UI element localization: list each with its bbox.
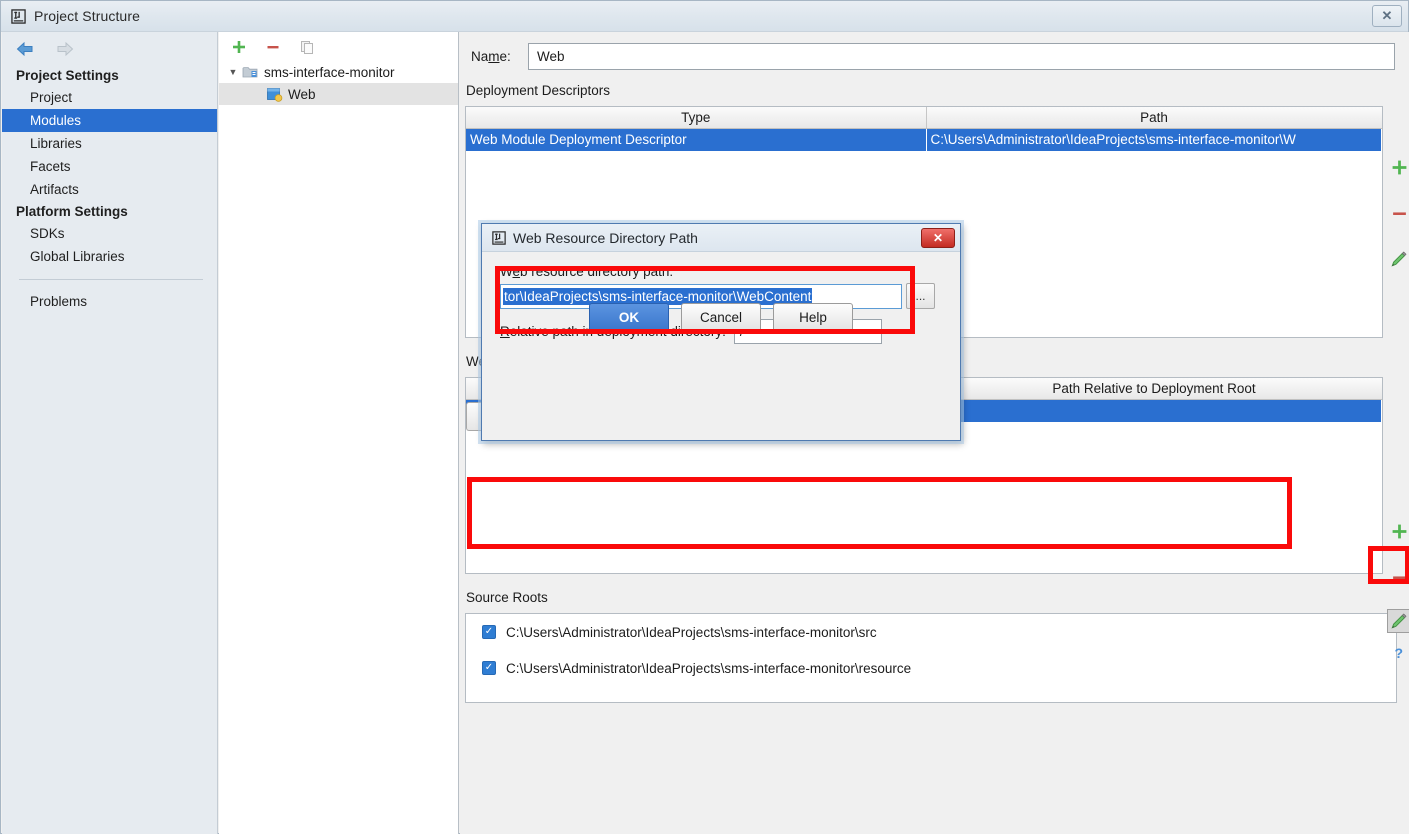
- list-item[interactable]: ✓ C:\Users\Administrator\IdeaProjects\sm…: [466, 614, 1396, 650]
- deployment-descriptors-section-title: Deployment Descriptors: [466, 83, 611, 98]
- sidebar-group-platform-settings: Platform Settings: [16, 204, 128, 219]
- sidebar-nav-arrows: [2, 32, 217, 65]
- dialog-button-bar: OK Cancel Help: [482, 303, 960, 332]
- dialog-close-button[interactable]: ✕: [921, 228, 955, 248]
- remove-module-button[interactable]: [263, 37, 283, 57]
- cancel-button[interactable]: Cancel: [681, 303, 761, 332]
- project-structure-window: Project Structure ✕ Project Settings Pro…: [0, 0, 1409, 834]
- intellij-idea-icon: [10, 8, 26, 24]
- sidebar-item-problems[interactable]: Problems: [2, 290, 217, 313]
- source-root-checkbox[interactable]: ✓: [482, 625, 496, 639]
- path-field-label: Web resource directory path:: [500, 264, 674, 279]
- window-titlebar: Project Structure ✕: [1, 1, 1408, 32]
- window-close-button[interactable]: ✕: [1372, 5, 1402, 27]
- sidebar-item-sdks[interactable]: SDKs: [2, 222, 217, 245]
- edit-web-resource-directory-button[interactable]: [1387, 609, 1409, 633]
- remove-descriptor-button[interactable]: [1387, 201, 1409, 225]
- module-tree-panel: ▼ sms-interface-monitor Web: [219, 32, 459, 834]
- sidebar-item-project[interactable]: Project: [2, 86, 217, 109]
- cell-relative-path: /: [926, 399, 1382, 422]
- sidebar-item-global-libraries[interactable]: Global Libraries: [2, 245, 217, 268]
- sidebar-item-libraries[interactable]: Libraries: [2, 132, 217, 155]
- source-roots-list: ✓ C:\Users\Administrator\IdeaProjects\sm…: [465, 613, 1397, 703]
- window-title: Project Structure: [34, 8, 140, 24]
- sidebar-group-project-settings: Project Settings: [16, 68, 119, 83]
- intellij-idea-icon: [491, 230, 506, 245]
- name-field-label: Name:: [471, 49, 511, 64]
- add-descriptor-button[interactable]: [1387, 155, 1409, 179]
- add-module-button[interactable]: [229, 37, 249, 57]
- table-header-row: Type Path: [466, 107, 1382, 129]
- module-folder-icon: [241, 64, 259, 80]
- ok-button[interactable]: OK: [589, 303, 669, 332]
- deployment-descriptors-buttons: [1385, 155, 1409, 271]
- column-header-path-relative-to-deployment-root[interactable]: Path Relative to Deployment Root: [926, 378, 1382, 400]
- source-root-checkbox[interactable]: ✓: [482, 661, 496, 675]
- column-header-type[interactable]: Type: [466, 107, 927, 129]
- tree-node-sms-interface-monitor[interactable]: ▼ sms-interface-monitor: [219, 61, 458, 83]
- add-web-resource-directory-button[interactable]: [1387, 519, 1409, 543]
- column-header-path[interactable]: Path: [926, 107, 1382, 129]
- source-root-label: C:\Users\Administrator\IdeaProjects\sms-…: [506, 660, 912, 676]
- tree-node-label: sms-interface-monitor: [264, 64, 395, 80]
- tree-node-web[interactable]: Web: [219, 83, 458, 105]
- copy-module-button[interactable]: [297, 37, 317, 57]
- web-facet-icon: [265, 86, 283, 102]
- help-icon[interactable]: ?: [1387, 641, 1409, 665]
- chevron-down-icon[interactable]: ▼: [225, 67, 241, 77]
- source-root-label: C:\Users\Administrator\IdeaProjects\sms-…: [506, 624, 877, 640]
- forward-arrow-icon[interactable]: [54, 39, 76, 59]
- path-input-value: tor\IdeaProjects\sms-interface-monitor\W…: [503, 287, 813, 305]
- sidebar-item-facets[interactable]: Facets: [2, 155, 217, 178]
- sidebar-item-artifacts[interactable]: Artifacts: [2, 178, 217, 201]
- cell-path: C:\Users\Administrator\IdeaProjects\sms-…: [926, 128, 1382, 151]
- module-tree-toolbar: [219, 32, 458, 61]
- name-row: Name:: [460, 32, 1409, 70]
- settings-sidebar: Project Settings Project Modules Librari…: [2, 32, 218, 834]
- sidebar-item-modules[interactable]: Modules: [2, 109, 217, 132]
- dialog-title: Web Resource Directory Path: [513, 229, 698, 246]
- list-item[interactable]: ✓ C:\Users\Administrator\IdeaProjects\sm…: [466, 650, 1396, 686]
- tree-node-label: Web: [288, 86, 316, 102]
- table-row[interactable]: Web Module Deployment Descriptor C:\User…: [466, 128, 1382, 151]
- sidebar-divider: [19, 279, 203, 280]
- dialog-body: Web resource directory path: tor\IdeaPro…: [482, 252, 960, 344]
- cell-type: Web Module Deployment Descriptor: [466, 128, 926, 151]
- name-input[interactable]: [528, 43, 1395, 70]
- back-arrow-icon[interactable]: [14, 39, 36, 59]
- source-roots-section-title: Source Roots: [466, 590, 548, 605]
- web-resource-directory-path-dialog: Web Resource Directory Path ✕ Web resour…: [481, 223, 961, 441]
- dialog-titlebar: Web Resource Directory Path ✕: [482, 224, 960, 252]
- edit-descriptor-button[interactable]: [1387, 247, 1409, 271]
- svg-text:?: ?: [1394, 645, 1403, 661]
- help-button[interactable]: Help: [773, 303, 853, 332]
